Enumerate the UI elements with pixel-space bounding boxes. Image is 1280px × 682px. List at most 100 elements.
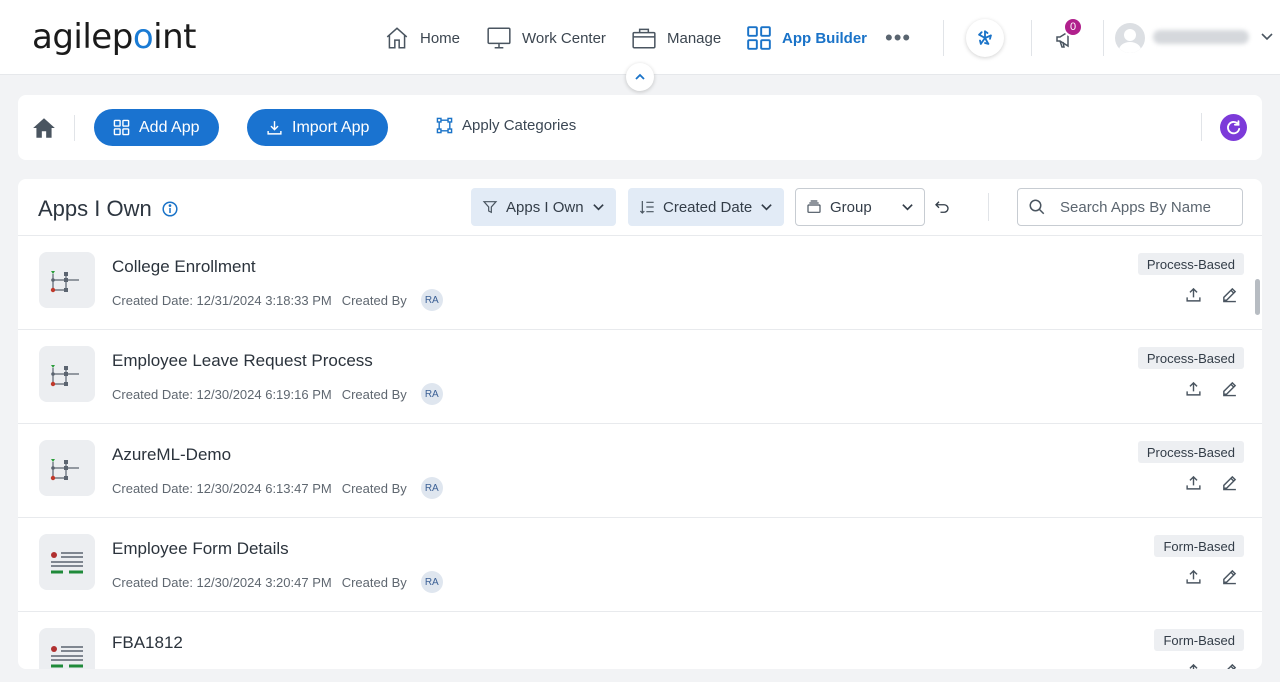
nav-home-label: Home xyxy=(420,29,461,47)
app-meta: Created Date: 12/31/2024 3:18:33 PM Crea… xyxy=(112,289,443,311)
edit-icon[interactable] xyxy=(1221,380,1238,397)
app-meta: Created Date: 12/30/2024 6:13:47 PM Crea… xyxy=(112,477,443,499)
sort-label: Created Date xyxy=(663,198,753,216)
nav-app-builder[interactable]: App Builder xyxy=(746,24,867,52)
created-by-label: Created By xyxy=(341,480,407,496)
owner-avatar[interactable]: RA xyxy=(420,477,443,499)
app-icon-tile[interactable] xyxy=(39,534,95,590)
import-app-button[interactable]: Import App xyxy=(247,109,389,146)
search-box[interactable] xyxy=(1017,188,1243,226)
monitor-icon xyxy=(487,27,511,49)
agilepoint-logo[interactable]: agilep o int xyxy=(32,14,196,60)
row-actions xyxy=(1185,568,1238,585)
process-app-icon xyxy=(50,459,79,481)
app-row[interactable]: Employee Form Details Created Date: 12/3… xyxy=(18,517,1262,611)
chevron-down-icon xyxy=(902,203,913,211)
apply-categories-label: Apply Categories xyxy=(462,117,577,134)
agilepoint-assistant-button[interactable] xyxy=(966,19,1004,57)
add-app-button[interactable]: Add App xyxy=(94,109,219,146)
edit-icon[interactable] xyxy=(1221,286,1238,303)
refresh-icon xyxy=(1227,120,1241,135)
app-icon-tile[interactable] xyxy=(39,440,95,496)
group-icon xyxy=(807,200,821,213)
row-actions xyxy=(1185,380,1238,397)
row-actions xyxy=(1185,286,1238,303)
toolbar-divider xyxy=(1201,113,1202,141)
add-app-label: Add App xyxy=(139,118,200,136)
owner-avatar[interactable]: RA xyxy=(420,571,443,593)
app-meta: Created Date: 12/30/2024 3:20:47 PM Crea… xyxy=(112,571,443,593)
app-icon-tile[interactable] xyxy=(39,252,95,308)
app-type-badge: Form-Based xyxy=(1154,535,1244,557)
app-builder-toolbar: Add App Import App Apply Categories xyxy=(18,95,1262,160)
created-by-label: Created By xyxy=(341,386,407,402)
chevron-up-icon xyxy=(635,73,645,80)
categories-icon xyxy=(436,117,453,134)
pinwheel-icon xyxy=(978,30,992,45)
app-name[interactable]: Employee Form Details xyxy=(112,539,289,559)
apps-panel: Apps I Own Apps I Own Created Date Group… xyxy=(18,179,1262,669)
publish-icon[interactable] xyxy=(1185,286,1202,303)
owner-avatar[interactable]: RA xyxy=(420,289,443,311)
app-meta: Created Date: 12/30/2024 6:19:16 PM Crea… xyxy=(112,383,443,405)
edit-icon[interactable] xyxy=(1221,474,1238,491)
publish-icon[interactable] xyxy=(1185,568,1202,585)
nav-manage-label: Manage xyxy=(667,29,722,47)
app-icon-tile[interactable] xyxy=(39,628,95,669)
edit-icon[interactable] xyxy=(1221,568,1238,585)
app-icon-tile[interactable] xyxy=(39,346,95,402)
reset-filters-icon[interactable] xyxy=(933,198,951,216)
info-icon[interactable] xyxy=(162,201,178,217)
notification-count-badge: 0 xyxy=(1063,17,1083,37)
nav-work-center[interactable]: Work Center xyxy=(486,24,606,52)
app-type-badge: Process-Based xyxy=(1137,441,1244,463)
nav-manage[interactable]: Manage xyxy=(631,24,721,52)
filter-icon xyxy=(482,201,498,214)
row-actions xyxy=(1185,662,1238,669)
user-avatar[interactable] xyxy=(1115,23,1145,53)
nav-home[interactable]: Home xyxy=(384,24,460,52)
app-row[interactable]: FBA1812 Form-Based xyxy=(18,611,1262,669)
scrollbar-thumb[interactable] xyxy=(1255,279,1260,315)
chevron-down-icon xyxy=(761,203,772,211)
panel-title-text: Apps I Own xyxy=(38,196,152,221)
publish-icon[interactable] xyxy=(1185,662,1202,669)
list-scrollbar[interactable] xyxy=(1255,237,1260,669)
app-row[interactable]: AzureML-Demo Created Date: 12/30/2024 6:… xyxy=(18,423,1262,517)
home-button[interactable] xyxy=(31,115,57,146)
app-type-badge: Process-Based xyxy=(1137,253,1244,275)
download-icon xyxy=(267,121,282,135)
toolbar-divider xyxy=(74,115,75,141)
search-input[interactable] xyxy=(1060,198,1220,216)
edit-icon[interactable] xyxy=(1221,662,1238,669)
publish-icon[interactable] xyxy=(1185,474,1202,491)
app-name[interactable]: College Enrollment xyxy=(112,257,256,277)
created-date: Created Date: 12/30/2024 6:13:47 PM xyxy=(112,480,332,496)
collapse-header-button[interactable] xyxy=(626,63,654,91)
more-menu-icon[interactable]: ••• xyxy=(885,27,911,49)
sort-icon xyxy=(639,201,654,214)
chevron-down-icon[interactable] xyxy=(1260,30,1274,44)
filter-label: Apps I Own xyxy=(506,198,584,216)
app-row[interactable]: College Enrollment Created Date: 12/31/2… xyxy=(18,235,1262,329)
app-name[interactable]: FBA1812 xyxy=(112,633,183,653)
created-by-label: Created By xyxy=(341,574,407,590)
sort-dropdown[interactable]: Created Date xyxy=(628,188,785,226)
owner-avatar[interactable]: RA xyxy=(420,383,443,405)
form-app-icon xyxy=(51,646,83,668)
chevron-down-icon xyxy=(592,203,604,211)
apply-categories-button[interactable]: Apply Categories xyxy=(436,117,576,134)
search-icon xyxy=(1029,199,1045,215)
apps-list: College Enrollment Created Date: 12/31/2… xyxy=(18,235,1262,669)
app-row[interactable]: Employee Leave Request Process Created D… xyxy=(18,329,1262,423)
filter-dropdown[interactable]: Apps I Own xyxy=(471,188,616,226)
refresh-button[interactable] xyxy=(1220,114,1247,141)
grid-icon xyxy=(113,119,130,136)
nav-divider xyxy=(1031,20,1032,56)
app-name[interactable]: AzureML-Demo xyxy=(112,445,231,465)
user-name-blurred[interactable] xyxy=(1153,30,1249,44)
group-dropdown[interactable]: Group xyxy=(795,188,925,226)
publish-icon[interactable] xyxy=(1185,380,1202,397)
app-name[interactable]: Employee Leave Request Process xyxy=(112,351,373,371)
process-app-icon xyxy=(50,365,79,387)
